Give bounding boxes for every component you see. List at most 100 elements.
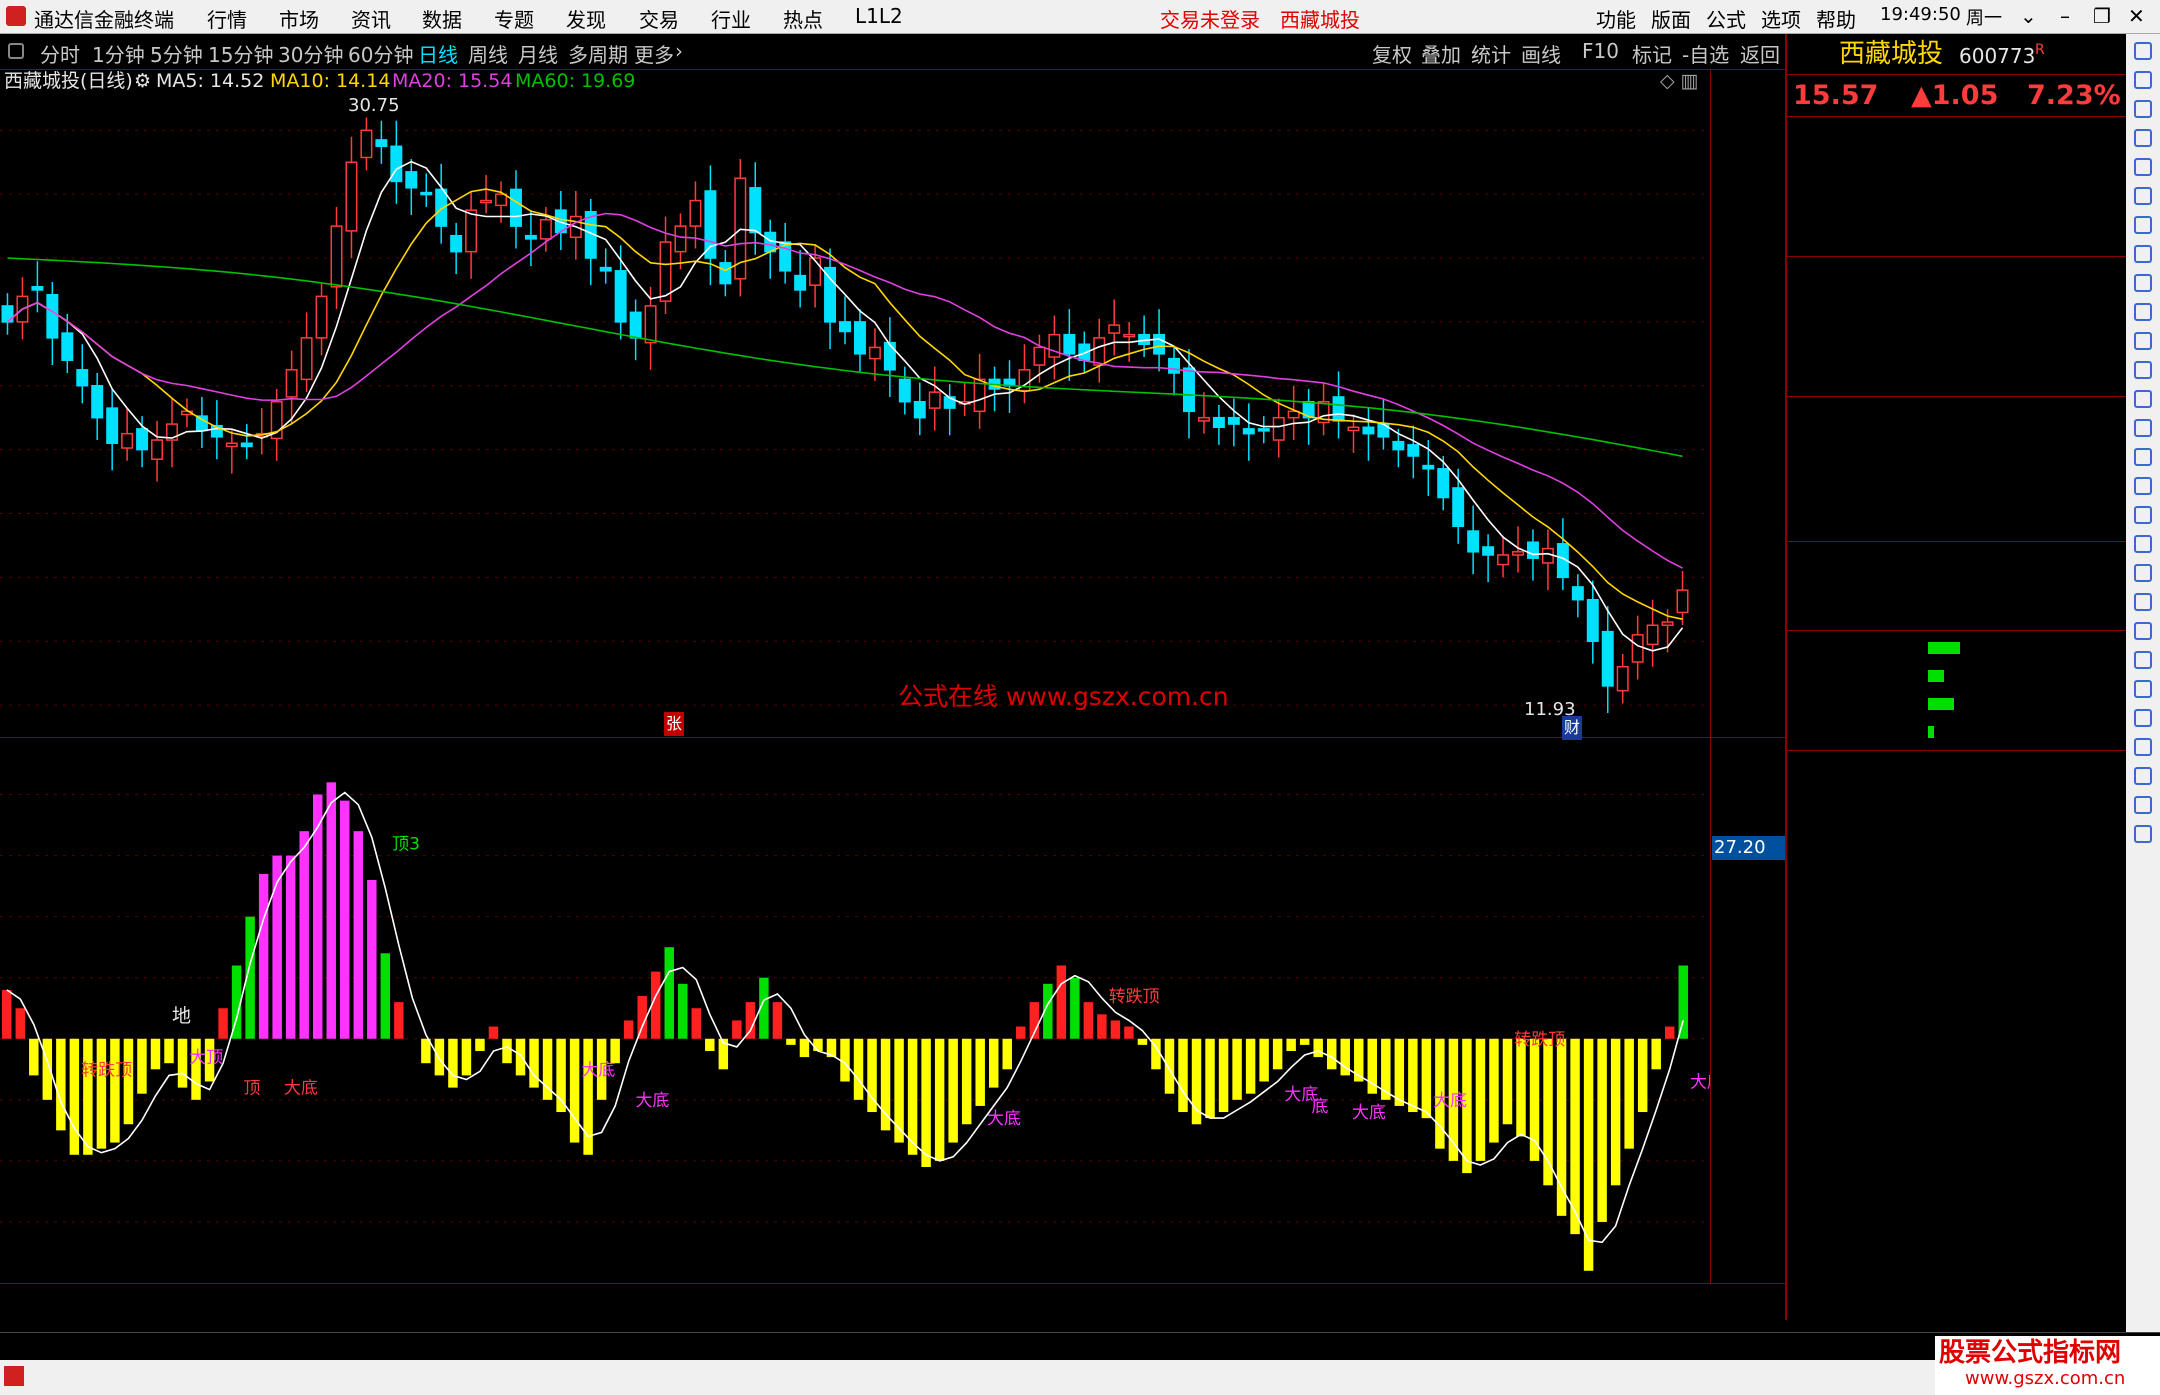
login-notice[interactable]: 交易未登录 <box>1160 4 1260 33</box>
side-tool-icon[interactable] <box>2134 303 2152 321</box>
candle-body <box>1093 337 1106 366</box>
side-tool-icon[interactable] <box>2134 622 2152 640</box>
menu-bangzhu[interactable]: 帮助 <box>1816 4 1856 33</box>
period-weekly[interactable]: 周线 <box>468 39 508 68</box>
side-tool-icon[interactable] <box>2134 593 2152 611</box>
tool-biaoji[interactable]: 标记 <box>1632 39 1672 68</box>
indicator-bar <box>1245 1038 1256 1094</box>
menu-jiaoyi[interactable]: 交易 <box>639 4 679 33</box>
period-daily[interactable]: 日线 <box>418 39 458 68</box>
indicator-bar <box>299 831 309 1039</box>
indicator-bar <box>988 1038 999 1088</box>
period-30min[interactable]: 30分钟 <box>278 39 343 68</box>
menu-gongshi[interactable]: 公式 <box>1706 4 1746 33</box>
indicator-bar <box>110 1038 120 1143</box>
candle-body <box>1586 598 1599 642</box>
tool-fuquan[interactable]: 复权 <box>1372 39 1412 68</box>
panel-toggle-icon[interactable] <box>8 43 24 59</box>
dropdown-icon[interactable]: ⌄ <box>2020 4 2037 28</box>
side-tool-icon[interactable] <box>2134 158 2152 176</box>
indicator-bar <box>1678 965 1688 1039</box>
signal-label: 顶3 <box>392 834 420 854</box>
candle-body <box>1676 589 1689 614</box>
side-tool-icon[interactable] <box>2134 361 2152 379</box>
candle-body <box>285 369 298 398</box>
indicator-bar <box>1016 1026 1026 1039</box>
menu-l1l2[interactable]: L1L2 <box>855 4 903 28</box>
chart-expand-icon[interactable]: ◇ ▥ <box>1660 69 1699 93</box>
side-toolbar <box>2126 34 2160 1332</box>
side-tool-icon[interactable] <box>2134 767 2152 785</box>
menu-zixun[interactable]: 资讯 <box>351 4 391 33</box>
indicator-bar <box>1137 1038 1148 1045</box>
period-60min[interactable]: 60分钟 <box>348 39 413 68</box>
indicator-bar <box>1421 1038 1432 1119</box>
side-tool-icon[interactable] <box>2134 42 2152 60</box>
restore-icon[interactable]: ❐ <box>2093 4 2111 28</box>
side-tool-icon[interactable] <box>2134 216 2152 234</box>
menu-gongneng[interactable]: 功能 <box>1596 4 1636 33</box>
side-tool-icon[interactable] <box>2134 129 2152 147</box>
menu-zhuanti[interactable]: 专题 <box>494 4 534 33</box>
side-tool-icon[interactable] <box>2134 332 2152 350</box>
indicator-bar <box>921 1038 931 1167</box>
side-tool-icon[interactable] <box>2134 535 2152 553</box>
period-monthly[interactable]: 月线 <box>518 39 558 68</box>
side-tool-icon[interactable] <box>2134 506 2152 524</box>
candlestick-chart[interactable] <box>0 92 1710 737</box>
indicator-bar <box>394 1002 404 1039</box>
chevron-right-icon[interactable]: › <box>675 39 683 63</box>
menu-hangye[interactable]: 行业 <box>711 4 751 33</box>
side-tool-icon[interactable] <box>2134 477 2152 495</box>
candle-body <box>1452 487 1465 528</box>
period-fenshi[interactable]: 分时 <box>40 39 80 68</box>
side-tool-icon[interactable] <box>2134 100 2152 118</box>
tool-huaxian[interactable]: 画线 <box>1521 39 1561 68</box>
side-tool-icon[interactable] <box>2134 738 2152 756</box>
tool-f10[interactable]: F10 <box>1582 39 1619 63</box>
period-1min[interactable]: 1分钟 <box>92 39 145 68</box>
menu-banmian[interactable]: 版面 <box>1651 4 1691 33</box>
menu-shichang[interactable]: 市场 <box>279 4 319 33</box>
menu-faxian[interactable]: 发现 <box>566 4 606 33</box>
indicator-tabs <box>0 1306 1785 1332</box>
tool-fanhui[interactable]: 返回 <box>1740 39 1780 68</box>
signal-label: 转跌顶 <box>81 1060 132 1080</box>
period-more[interactable]: 更多 <box>634 39 674 68</box>
indicator-bar <box>1272 1038 1283 1070</box>
side-tool-icon[interactable] <box>2134 825 2152 843</box>
indicator-chart[interactable]: 转跌顶大顶大底顶顶3大底大底大底大底转跌顶大底大底底转跌顶大底 <box>0 764 1710 1283</box>
menu-xuanxiang[interactable]: 选项 <box>1761 4 1801 33</box>
settings-icon[interactable]: ⚙ <box>134 69 151 93</box>
side-tool-icon[interactable] <box>2134 71 2152 89</box>
side-tool-icon[interactable] <box>2134 187 2152 205</box>
side-tool-icon[interactable] <box>2134 796 2152 814</box>
candle-body <box>629 311 642 339</box>
menu-hangqing[interactable]: 行情 <box>207 4 247 33</box>
signal-label: 大顶 <box>189 1048 223 1068</box>
side-tool-icon[interactable] <box>2134 419 2152 437</box>
period-15min[interactable]: 15分钟 <box>208 39 273 68</box>
info-bar <box>0 1332 2160 1360</box>
side-tool-icon[interactable] <box>2134 274 2152 292</box>
tool-diejia[interactable]: 叠加 <box>1421 39 1461 68</box>
minimize-icon[interactable]: – <box>2060 4 2070 28</box>
side-tool-icon[interactable] <box>2134 651 2152 669</box>
indicator-bar <box>448 1038 458 1088</box>
period-multi[interactable]: 多周期 <box>568 39 628 68</box>
candle-body <box>330 225 343 288</box>
close-icon[interactable]: ✕ <box>2128 4 2145 28</box>
side-tool-icon[interactable] <box>2134 245 2152 263</box>
side-tool-icon[interactable] <box>2134 680 2152 698</box>
menu-redian[interactable]: 热点 <box>783 4 823 33</box>
side-tool-icon[interactable] <box>2134 448 2152 466</box>
period-5min[interactable]: 5分钟 <box>150 39 203 68</box>
tool-zixuan[interactable]: -自选 <box>1682 39 1729 68</box>
side-tool-icon[interactable] <box>2134 390 2152 408</box>
candle-body <box>1392 440 1405 451</box>
side-tool-icon[interactable] <box>2134 709 2152 727</box>
side-tool-icon[interactable] <box>2134 564 2152 582</box>
tool-tongji[interactable]: 统计 <box>1471 39 1511 68</box>
menu-shuju[interactable]: 数据 <box>422 4 462 33</box>
indicator-bar <box>15 1008 26 1039</box>
